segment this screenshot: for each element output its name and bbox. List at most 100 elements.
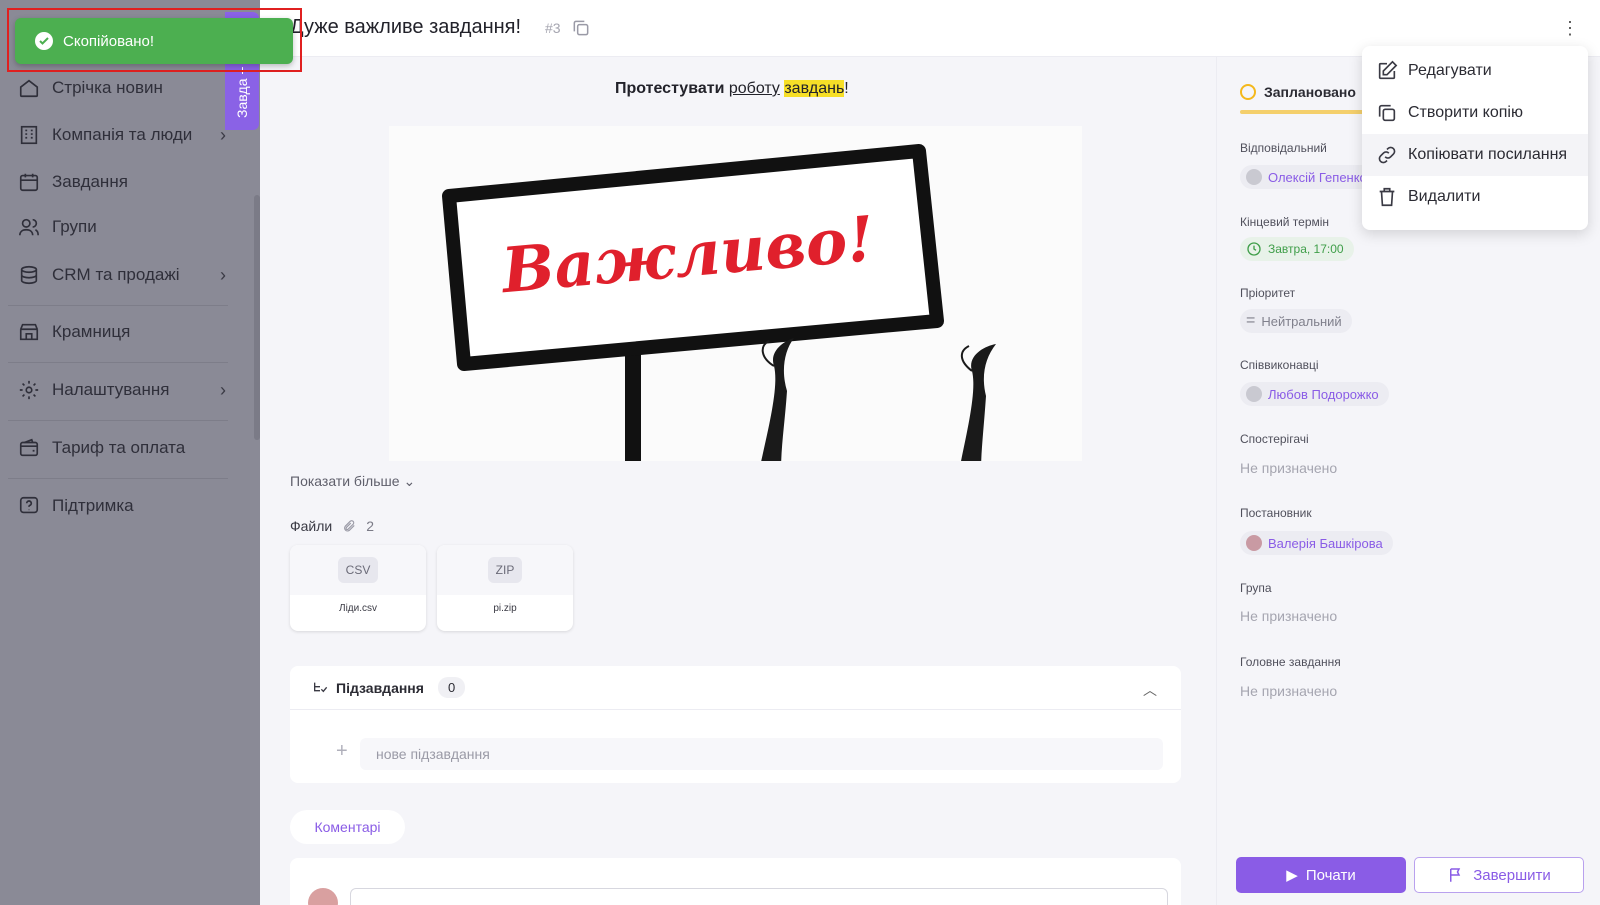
plus-icon[interactable]: + [336,740,348,763]
help-icon [19,496,39,514]
sidebar-item-groups[interactable]: Групи [18,216,228,238]
status-progress [1240,110,1365,114]
comment-composer [290,858,1181,905]
sidebar-item-label: Стрічка новин [52,78,163,97]
chevron-right-icon: › [220,264,226,285]
chevron-right-icon: › [220,379,226,400]
description-highlighted-text: завдань [784,80,845,97]
subtasks-panel: Підзавдання 0 ︿ + нове підзавдання [290,666,1181,783]
coexecutors-label: Співвиконавці [1240,358,1319,372]
play-icon: ▶ [1286,867,1298,884]
status-label: Заплановано [1264,84,1356,100]
coexecutor-name: Любов Подорожко [1268,386,1379,402]
chevron-down-icon: ⌄ [403,473,416,489]
menu-item-duplicate[interactable]: Створити копію [1362,92,1588,134]
sidebar-item-company[interactable]: Компанія та люди › [18,124,228,146]
page-title: Дуже важливе завдання! [290,16,522,38]
duplicate-icon [1378,104,1396,122]
avatar [1246,386,1262,402]
files-count: 2 [366,518,375,534]
check-icon [35,32,53,50]
author-label: Постановник [1240,506,1312,520]
finish-button-label: Завершити [1473,866,1551,884]
file-type-badge: ZIP [487,557,523,583]
sidebar-item-settings[interactable]: Налаштування › [18,379,228,401]
menu-item-edit[interactable]: Редагувати [1362,50,1588,92]
equals-icon: = [1246,312,1256,329]
copy-icon[interactable] [571,18,591,38]
tab-comments[interactable]: Коментарі [290,810,405,844]
file-type-badge: CSV [337,557,379,583]
observers-value[interactable]: Не призначено [1240,460,1337,476]
sidebar-item-store[interactable]: Крамниця [18,321,228,343]
flag-icon [1450,868,1461,882]
responsible-chip[interactable]: Олексій Гепенко [1240,165,1377,189]
new-subtask-input[interactable]: нове підзавдання [360,738,1163,770]
sidebar-divider [8,420,228,421]
edit-icon [1378,60,1398,80]
parent-task-value[interactable]: Не призначено [1240,683,1337,699]
sidebar-item-tasks[interactable]: Завдання [18,171,228,193]
clock-icon [1240,84,1256,100]
toast-notification: Скопійовано! [15,18,293,64]
responsible-label: Відповідальний [1240,141,1327,155]
menu-item-label: Редагувати [1408,62,1492,79]
subtasks-count: 0 [437,677,466,698]
sidebar-item-label: Налаштування [52,380,170,399]
status-indicator[interactable]: Заплановано [1240,84,1356,100]
clock-icon [1247,242,1261,256]
parent-task-label: Головне завдання [1240,655,1341,669]
description-image: Важливо! [389,126,1082,461]
sidebar-item-support[interactable]: Підтримка [18,495,228,517]
finish-button[interactable]: Завершити [1414,857,1584,893]
group-value[interactable]: Не призначено [1240,608,1337,624]
sidebar-item-label: Підтримка [52,496,134,515]
gear-icon [19,380,39,400]
coexecutor-chip[interactable]: Любов Подорожко [1240,382,1389,406]
author-chip[interactable]: Валерія Башкірова [1240,531,1393,555]
start-button-label: Почати [1305,866,1356,884]
calendar-icon [19,173,39,192]
wallet-icon [19,438,39,457]
comment-input[interactable] [350,888,1168,905]
sidebar-item-label: Групи [52,217,97,236]
more-options-icon[interactable]: ⋮ [1560,18,1580,38]
task-description: Протестувати роботу завдань! [615,80,849,98]
start-button[interactable]: ▶ Почати [1236,857,1406,893]
description-tail-text: ! [844,80,849,97]
building-icon [20,125,38,145]
menu-item-delete[interactable]: Видалити [1362,176,1588,218]
group-label: Група [1240,581,1272,595]
show-more-link[interactable]: Показати більше ⌄ [290,473,415,490]
priority-value: Нейтральний [1261,313,1342,329]
description-bold-text: Протестувати [615,80,725,97]
home-icon [19,79,39,98]
files-header: Файли 2 [290,518,374,534]
subtask-icon [314,682,328,692]
sidebar-item-label: Тариф та оплата [52,438,186,457]
deadline-chip[interactable]: Завтра, 17:00 [1240,237,1354,261]
file-card[interactable]: ZIP pi.zip [437,545,573,631]
file-name: Ліди.csv [339,603,377,614]
files-label: Файли [290,518,333,534]
sidebar-item-label: Крамниця [52,322,131,341]
deadline-label: Кінцевий термін [1240,215,1330,229]
chevron-up-icon[interactable]: ︿ [1143,680,1157,700]
stack-icon [20,265,38,285]
avatar [1246,169,1262,185]
sidebar-item-crm[interactable]: CRM та продажі › [18,264,228,286]
sidebar: Стрічка новин Компанія та люди › Завданн… [0,0,260,905]
subtasks-header[interactable]: Підзавдання 0 [290,666,1181,710]
menu-item-copy-link[interactable]: Копіювати посилання [1362,134,1588,176]
sidebar-divider [8,478,228,479]
paperclip-icon [344,520,355,532]
sidebar-item-news[interactable]: Стрічка новин [18,77,228,99]
more-options-menu: Редагувати Створити копію Копіювати поси… [1362,46,1588,230]
priority-chip[interactable]: = Нейтральний [1240,309,1352,333]
task-number: #3 [545,20,561,36]
link-icon [1378,146,1396,164]
description-underlined-text: роботу [728,80,780,97]
file-card[interactable]: CSV Ліди.csv [290,545,426,631]
sidebar-item-billing[interactable]: Тариф та оплата [18,437,228,459]
avatar [1246,535,1262,551]
